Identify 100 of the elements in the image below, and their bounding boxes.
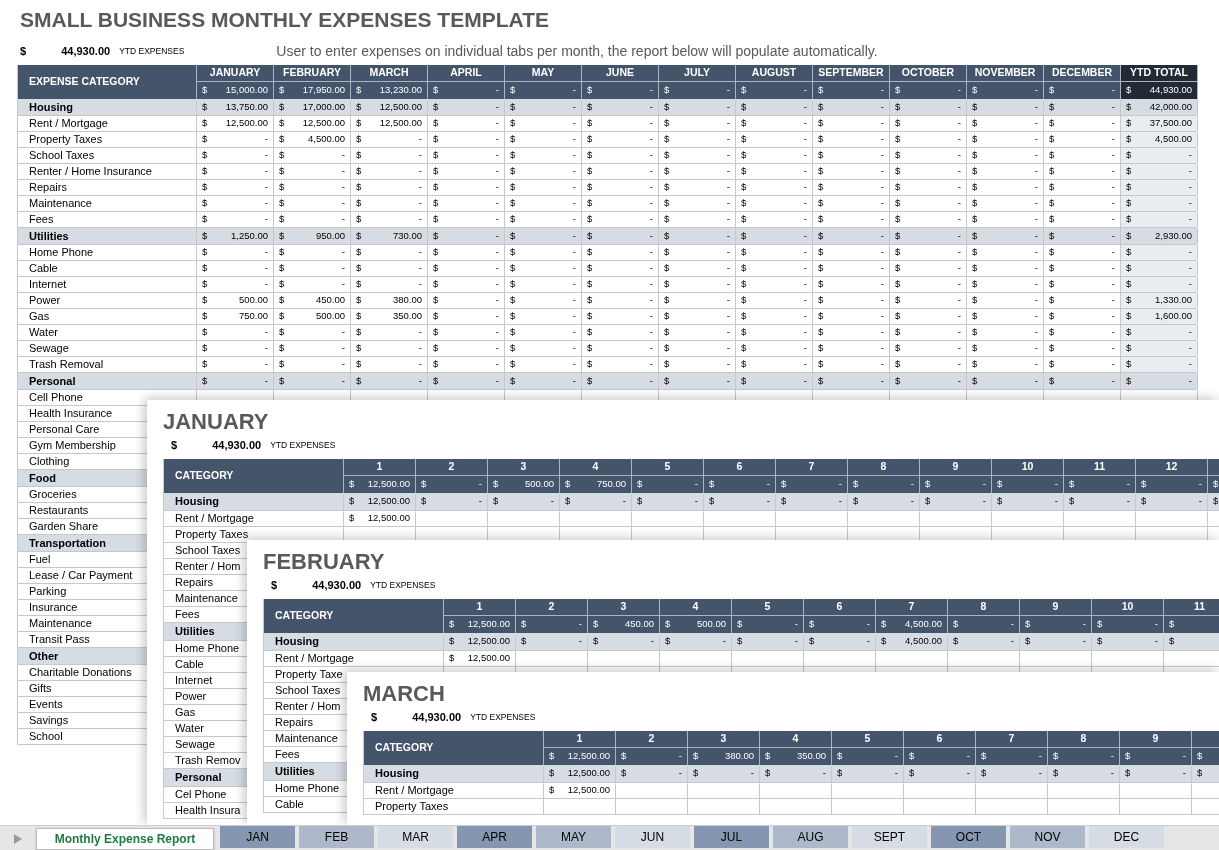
currency-symbol: $ xyxy=(587,261,593,276)
currency-symbol: $ xyxy=(809,634,815,649)
sheet-tab[interactable]: MAY xyxy=(536,826,611,848)
amount: - xyxy=(1111,293,1115,308)
currency-symbol: $ xyxy=(1126,309,1132,324)
currency-symbol: $ xyxy=(664,341,670,356)
column-header: FEBRUARY xyxy=(274,65,351,82)
currency-symbol: $ xyxy=(664,148,670,163)
currency-symbol: $ xyxy=(693,749,699,764)
category-label: Maintenance xyxy=(18,196,197,211)
amount: - xyxy=(1010,617,1014,632)
amount: - xyxy=(1111,309,1115,324)
sheet-tab[interactable]: NOV xyxy=(1010,826,1085,848)
amount: - xyxy=(572,99,576,114)
amount: 13,230.00 xyxy=(379,83,422,98)
sheet-tab[interactable]: APR xyxy=(457,826,532,848)
amount: 350.00 xyxy=(392,309,422,324)
currency-symbol: $ xyxy=(1049,180,1055,195)
sheet-tab[interactable]: AUG xyxy=(773,826,848,848)
sheet-tab[interactable]: OCT xyxy=(931,826,1006,848)
amount: - xyxy=(803,180,807,195)
currency-symbol: $ xyxy=(895,148,901,163)
currency-symbol: $ xyxy=(433,164,439,179)
currency-symbol: $ xyxy=(1126,196,1132,211)
amount: - xyxy=(803,148,807,163)
currency-symbol: $ xyxy=(664,83,670,98)
currency-symbol: $ xyxy=(664,357,670,372)
currency-symbol: $ xyxy=(433,196,439,211)
currency-symbol: $ xyxy=(356,116,362,131)
sheet-tab[interactable]: Monthly Expense Report xyxy=(36,828,214,850)
column-header: JANUARY xyxy=(197,65,274,82)
amount: - xyxy=(495,373,499,388)
sheet-tab[interactable]: SEPT xyxy=(852,826,927,848)
currency-symbol: $ xyxy=(279,148,285,163)
currency-symbol: $ xyxy=(279,309,285,324)
column-header: APRIL xyxy=(428,65,505,82)
currency-symbol: $ xyxy=(433,293,439,308)
currency-symbol: $ xyxy=(972,261,978,276)
amount: - xyxy=(495,309,499,324)
amount: - xyxy=(1154,634,1158,649)
amount: - xyxy=(1034,228,1038,243)
currency-symbol: $ xyxy=(1197,766,1203,781)
currency-symbol: $ xyxy=(493,494,499,509)
amount: 450.00 xyxy=(624,617,654,632)
amount: - xyxy=(880,132,884,147)
amount: - xyxy=(1111,228,1115,243)
currency-symbol: $ xyxy=(741,261,747,276)
currency-symbol: $ xyxy=(664,228,670,243)
amount: - xyxy=(264,277,268,292)
amount: - xyxy=(957,116,961,131)
amount: - xyxy=(1188,180,1192,195)
amount: - xyxy=(1188,325,1192,340)
sheet-tab[interactable]: MAR xyxy=(378,826,453,848)
currency-symbol: $ xyxy=(818,148,824,163)
sheet-tab[interactable]: JUL xyxy=(694,826,769,848)
sheet-tab[interactable]: JUN xyxy=(615,826,690,848)
amount: - xyxy=(1034,132,1038,147)
currency-symbol: $ xyxy=(997,494,1003,509)
amount: - xyxy=(1034,309,1038,324)
amount: - xyxy=(894,766,898,781)
amount: - xyxy=(1188,357,1192,372)
currency-symbol: $ xyxy=(202,164,208,179)
currency-symbol: $ xyxy=(565,477,571,492)
amount: - xyxy=(726,277,730,292)
currency-symbol: $ xyxy=(737,634,743,649)
amount: - xyxy=(649,132,653,147)
amount: - xyxy=(572,228,576,243)
currency-symbol: $ xyxy=(1049,261,1055,276)
amount: - xyxy=(866,634,870,649)
currency-symbol: $ xyxy=(587,132,593,147)
amount: - xyxy=(264,212,268,227)
ytd-label: YTD EXPENSES xyxy=(270,438,336,452)
amount: - xyxy=(1111,116,1115,131)
amount: - xyxy=(1054,494,1058,509)
currency-symbol: $ xyxy=(895,196,901,211)
currency-symbol: $ xyxy=(510,293,516,308)
currency-symbol: $ xyxy=(818,83,824,98)
amount: - xyxy=(726,293,730,308)
column-header: MARCH xyxy=(351,65,428,82)
category-label: Rent / Mortgage xyxy=(264,651,444,666)
currency-symbol: $ xyxy=(709,477,715,492)
amount: - xyxy=(957,261,961,276)
amount: 12,500.00 xyxy=(367,511,410,526)
amount: - xyxy=(803,373,807,388)
category-label: Fees xyxy=(18,212,197,227)
currency-symbol: $ xyxy=(1049,212,1055,227)
currency-symbol: $ xyxy=(433,180,439,195)
currency-symbol: $ xyxy=(1053,749,1059,764)
currency-symbol: $ xyxy=(356,341,362,356)
amount: - xyxy=(495,277,499,292)
currency-symbol: $ xyxy=(202,196,208,211)
amount: - xyxy=(418,325,422,340)
sheet-tab[interactable]: FEB xyxy=(299,826,374,848)
amount: 1,330.00 xyxy=(1155,293,1192,308)
sheet-tab[interactable]: JAN xyxy=(220,826,295,848)
amount: - xyxy=(495,83,499,98)
amount: - xyxy=(880,99,884,114)
sheet-tab[interactable]: DEC xyxy=(1089,826,1164,848)
currency-symbol: $ xyxy=(1049,164,1055,179)
amount: - xyxy=(341,196,345,211)
